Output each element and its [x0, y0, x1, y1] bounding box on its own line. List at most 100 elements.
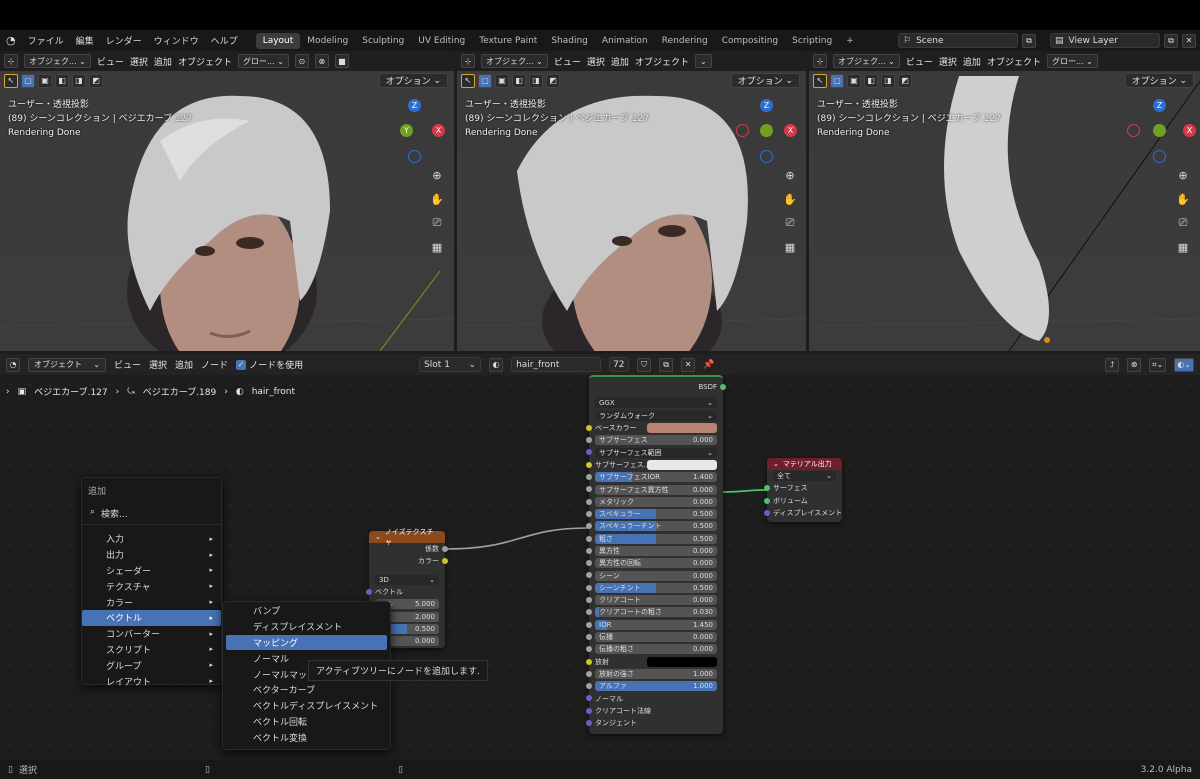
- pan-hand-icon[interactable]: ✋: [1173, 189, 1193, 209]
- select-box-icon[interactable]: ▢: [830, 73, 844, 88]
- axis-z-icon[interactable]: Z: [760, 99, 773, 112]
- menu-add[interactable]: 追加: [611, 55, 629, 68]
- viewport-right[interactable]: ⊹ オブジェク... ⌄ ビュー 選択 追加 オブジェクト グロー... ⌄ ↖…: [809, 51, 1200, 351]
- overlay-icon[interactable]: ◐⌄: [1174, 357, 1194, 372]
- axis-y-icon[interactable]: [760, 124, 773, 137]
- add-menu-item[interactable]: カラー ▸: [82, 594, 221, 610]
- bsdf-input-row[interactable]: アルファ 1.000: [586, 680, 723, 692]
- new-scene-icon[interactable]: ⧉: [1022, 33, 1036, 48]
- input-socket[interactable]: [586, 523, 592, 530]
- bsdf-input-row[interactable]: 伝播 0.000: [586, 631, 723, 643]
- axis-x-icon[interactable]: X: [1183, 124, 1196, 137]
- input-socket[interactable]: [586, 695, 592, 702]
- view-layer-selector[interactable]: ▤ View Layer: [1050, 33, 1160, 48]
- input-slider[interactable]: アルファ 1.000: [595, 681, 717, 692]
- tab-compositing[interactable]: Compositing: [715, 33, 785, 49]
- editor-type-icon[interactable]: ◔: [6, 357, 20, 372]
- menu-view[interactable]: ビュー: [97, 55, 124, 68]
- vector-submenu-item[interactable]: バンプ: [226, 603, 387, 619]
- bsdf-input-row[interactable]: サブサーフェスIOR 1.400: [586, 471, 723, 483]
- bsdf-input-row[interactable]: クリアコート 0.000: [586, 594, 723, 606]
- axis-neg-x-icon[interactable]: [1127, 124, 1140, 137]
- input-slider[interactable]: サブサーフェス 0.000: [595, 435, 717, 446]
- add-menu-item[interactable]: テクスチャ ▸: [82, 578, 221, 594]
- blender-logo-icon[interactable]: ◔: [0, 34, 22, 47]
- snap-icon[interactable]: ⊗: [314, 54, 329, 68]
- select-tool-icon[interactable]: ↖: [461, 73, 475, 88]
- input-slider[interactable]: サブサーフェス異方性 0.000: [595, 484, 717, 495]
- mode-dropdown[interactable]: オブジェク... ⌄: [833, 54, 900, 68]
- menu-add[interactable]: 追加: [963, 55, 981, 68]
- transform-orientation-dropdown[interactable]: ⌄: [694, 54, 712, 68]
- menu-select[interactable]: 選択: [587, 55, 605, 68]
- input-slider[interactable]: 放射の強さ 1.000: [595, 668, 717, 679]
- input-socket[interactable]: [586, 633, 592, 640]
- zoom-icon[interactable]: ⊕: [1173, 165, 1193, 185]
- grid-perspective-icon[interactable]: ▦: [427, 237, 447, 257]
- add-menu-search[interactable]: ⌕ 検索...: [82, 503, 221, 525]
- editor-type-icon[interactable]: ⊹: [461, 54, 475, 68]
- material-name-field[interactable]: hair_front: [511, 357, 602, 372]
- input-slider[interactable]: スペキュラーチント 0.500: [595, 521, 717, 532]
- axis-y-icon[interactable]: Y: [400, 124, 413, 137]
- bsdf-input-row[interactable]: シーン 0.000: [586, 569, 723, 581]
- select-invert-icon[interactable]: ◨: [529, 73, 543, 88]
- menu-view[interactable]: ビュー: [554, 55, 581, 68]
- input-socket[interactable]: [586, 683, 592, 690]
- select-intersect-icon[interactable]: ◩: [898, 73, 912, 88]
- axis-neg-z-icon[interactable]: [1153, 150, 1166, 163]
- menu-render[interactable]: レンダー: [100, 34, 148, 47]
- input-slider[interactable]: 伝播の粗さ 0.000: [595, 644, 717, 655]
- mode-dropdown[interactable]: オブジェク... ⌄: [24, 54, 91, 68]
- add-menu-item[interactable]: スクリプト ▸: [82, 642, 221, 658]
- use-nodes-checkbox[interactable]: ✓ ノードを使用: [236, 358, 303, 371]
- select-subtract-icon[interactable]: ◧: [55, 73, 69, 88]
- shading-solid-icon[interactable]: ■: [334, 54, 349, 68]
- input-socket[interactable]: [586, 609, 592, 616]
- input-socket[interactable]: [586, 535, 592, 542]
- select-tool-icon[interactable]: ↖: [4, 73, 18, 88]
- input-socket[interactable]: [586, 461, 592, 468]
- input-socket[interactable]: [586, 720, 592, 727]
- editor-type-icon[interactable]: ⊹: [4, 54, 18, 68]
- add-menu-item[interactable]: レイアウト ▸: [82, 673, 221, 689]
- select-extend-icon[interactable]: ▣: [38, 73, 52, 88]
- bsdf-input-row[interactable]: シーンチント 0.500: [586, 582, 723, 594]
- menu-help[interactable]: ヘルプ: [205, 34, 244, 47]
- vector-submenu-item[interactable]: マッピング: [226, 634, 387, 651]
- color-swatch[interactable]: [647, 423, 717, 434]
- pivot-icon[interactable]: ⊙: [294, 54, 309, 68]
- options-dropdown[interactable]: オプション ⌄: [1124, 73, 1194, 88]
- add-menu-item[interactable]: コンバーター ▸: [82, 626, 221, 642]
- collapse-icon[interactable]: ⌄: [375, 533, 381, 541]
- node-editor-canvas[interactable]: › ▣ ベジエカーブ.127 › ⤿ ベジエカーブ.189 › ◐ hair_f…: [0, 375, 1200, 760]
- bsdf-input-row[interactable]: 粗さ 0.500: [586, 533, 723, 545]
- camera-icon[interactable]: ⎚: [427, 213, 447, 233]
- menu-view[interactable]: ビュー: [114, 358, 141, 371]
- input-slider[interactable]: シーン 0.000: [595, 570, 717, 581]
- input-slider[interactable]: 異方性 0.000: [595, 546, 717, 556]
- tab-layout[interactable]: Layout: [255, 32, 301, 49]
- input-socket[interactable]: [586, 547, 592, 554]
- tab-rendering[interactable]: Rendering: [655, 33, 715, 49]
- menu-view[interactable]: ビュー: [906, 55, 933, 68]
- axis-x-icon[interactable]: X: [784, 124, 797, 137]
- input-socket[interactable]: [586, 707, 592, 714]
- tab-scripting[interactable]: Scripting: [785, 33, 839, 49]
- menu-add[interactable]: 追加: [154, 55, 172, 68]
- select-intersect-icon[interactable]: ◩: [89, 73, 103, 88]
- input-slider[interactable]: メタリック 0.000: [595, 496, 717, 507]
- zoom-icon[interactable]: ⊕: [780, 165, 800, 185]
- add-menu-item[interactable]: 出力 ▸: [82, 547, 221, 563]
- input-socket[interactable]: [586, 560, 592, 567]
- menu-select[interactable]: 選択: [130, 55, 148, 68]
- color-swatch[interactable]: [647, 459, 717, 470]
- menu-edit[interactable]: 編集: [70, 34, 100, 47]
- select-intersect-icon[interactable]: ◩: [546, 73, 560, 88]
- bsdf-input-row[interactable]: クリアコートの粗さ 0.030: [586, 606, 723, 618]
- distribution-dropdown[interactable]: GGX ⌄: [589, 397, 723, 409]
- select-tool-icon[interactable]: ↖: [813, 73, 827, 88]
- input-slider[interactable]: サブサーフェスIOR 1.400: [595, 472, 717, 483]
- axis-neg-x-icon[interactable]: [736, 124, 749, 137]
- noise-node-header[interactable]: ⌄ ノイズテクスチャ: [369, 528, 445, 546]
